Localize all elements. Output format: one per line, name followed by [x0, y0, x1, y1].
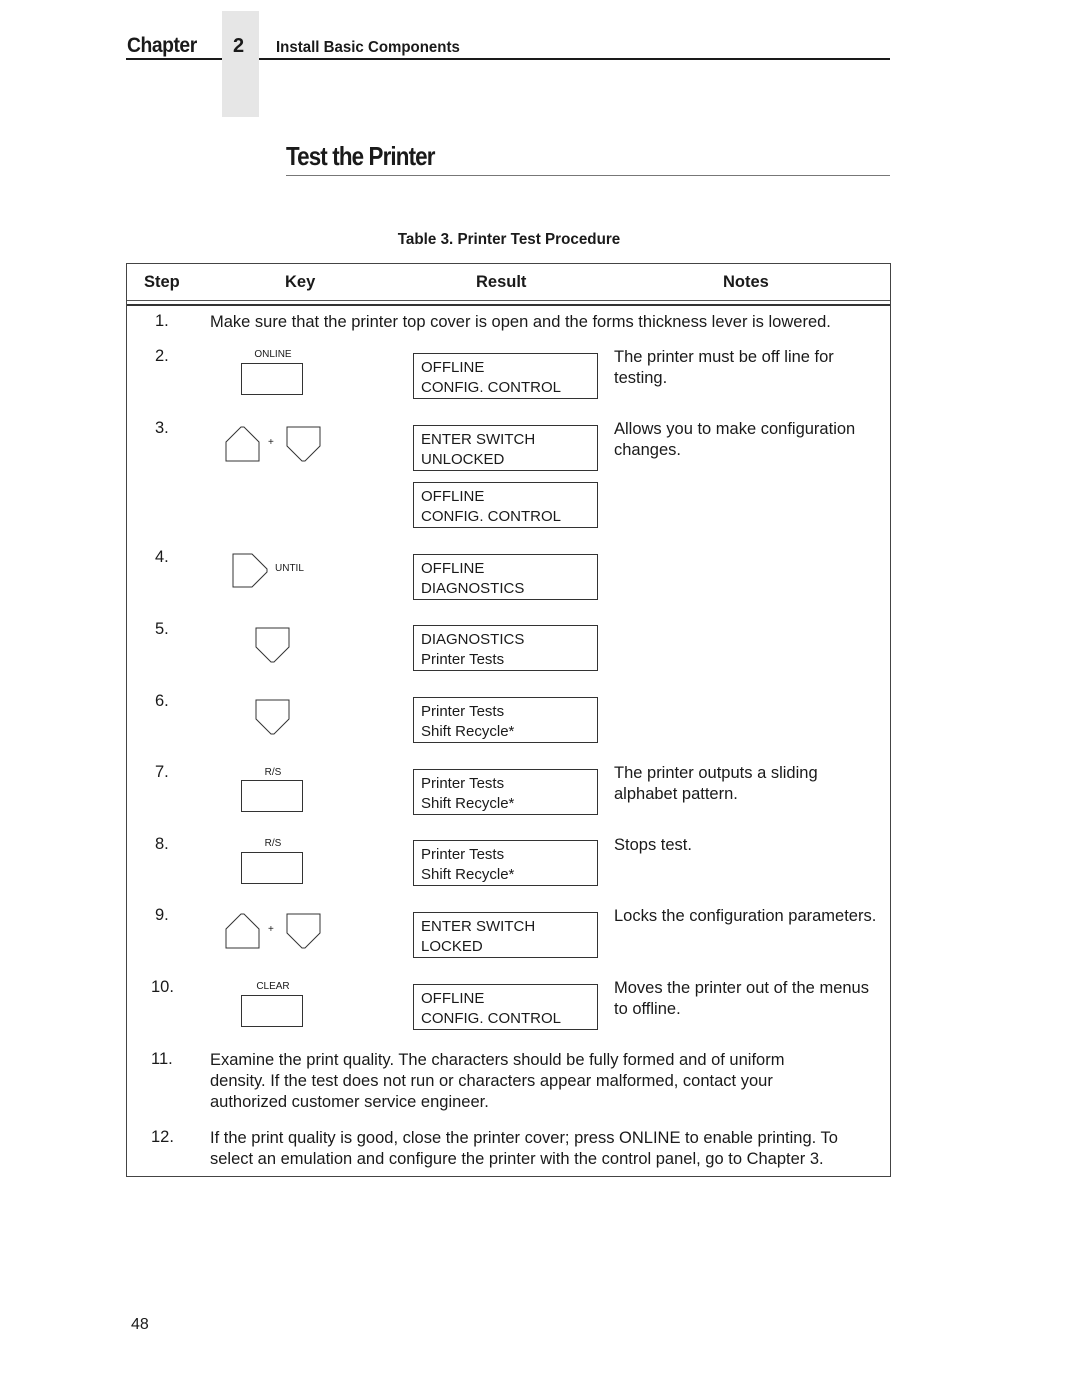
chapter-rule [126, 58, 222, 60]
table-caption: Table 3. Printer Test Procedure [397, 231, 621, 248]
display-result: Printer Tests Shift Recycle* [413, 769, 598, 815]
key-label: R/S [264, 767, 282, 778]
down-arrow-key-icon [255, 699, 290, 735]
step-note: Stops test. [614, 836, 692, 854]
step-number: 7. [155, 763, 169, 781]
header-divider [127, 304, 890, 306]
step-note: Allows you to make configuration changes… [614, 420, 856, 459]
step-text: Make sure that the printer top cover is … [210, 313, 831, 331]
until-label: UNTIL [275, 563, 304, 574]
step-text: If the print quality is good, close the … [210, 1129, 838, 1168]
display-result: ENTER SWITCH UNLOCKED [413, 425, 598, 471]
step-note: Moves the printer out of the menus to of… [614, 979, 869, 1018]
clear-key-icon [241, 995, 303, 1027]
header-divider [127, 300, 890, 301]
step-number: 1. [155, 312, 169, 330]
down-arrow-key-icon [286, 426, 321, 462]
step-number: 6. [155, 692, 169, 710]
column-header-step: Step [144, 273, 180, 291]
down-arrow-key-icon [286, 913, 321, 949]
display-result: DIAGNOSTICS Printer Tests [413, 625, 598, 671]
display-result: ENTER SWITCH LOCKED [413, 912, 598, 958]
down-arrow-key-icon [255, 627, 290, 663]
online-key-icon [241, 363, 303, 395]
section-rule [286, 175, 890, 176]
chapter-number: 2 [233, 35, 245, 57]
step-note: The printer must be off line for testing… [614, 348, 834, 387]
chapter-label: Chapter [127, 34, 197, 57]
step-number: 3. [155, 419, 169, 437]
page-number: 48 [131, 1316, 149, 1333]
chapter-title: Install Basic Components [276, 39, 460, 56]
step-note: The printer outputs a sliding alphabet p… [614, 764, 818, 803]
up-arrow-key-icon [225, 913, 260, 949]
display-result: OFFLINE DIAGNOSTICS [413, 554, 598, 600]
step-number: 5. [155, 620, 169, 638]
display-result: Printer Tests Shift Recycle* [413, 697, 598, 743]
plus-sign: + [268, 437, 274, 448]
column-header-key: Key [285, 273, 316, 291]
step-number: 12. [151, 1128, 174, 1146]
display-result: OFFLINE CONFIG. CONTROL [413, 353, 598, 399]
step-number: 9. [155, 906, 169, 924]
display-result: Printer Tests Shift Recycle* [413, 840, 598, 886]
rs-key-icon [241, 852, 303, 884]
chapter-rule [259, 58, 890, 60]
key-label: CLEAR [256, 981, 290, 992]
section-title: Test the Printer [286, 141, 435, 171]
display-result: OFFLINE CONFIG. CONTROL [413, 482, 598, 528]
step-number: 10. [151, 978, 174, 996]
step-number: 8. [155, 835, 169, 853]
chapter-tab [222, 11, 259, 117]
key-label: R/S [264, 838, 282, 849]
column-header-result: Result [476, 273, 527, 291]
step-number: 2. [155, 347, 169, 365]
key-label: ONLINE [254, 349, 292, 360]
step-note: Locks the configuration parameters. [614, 907, 877, 925]
rs-key-icon [241, 780, 303, 812]
step-text: Examine the print quality. The character… [210, 1051, 785, 1111]
display-result: OFFLINE CONFIG. CONTROL [413, 984, 598, 1030]
plus-sign: + [268, 924, 274, 935]
up-arrow-key-icon [225, 426, 260, 462]
step-number: 4. [155, 548, 169, 566]
right-arrow-key-icon [232, 553, 268, 588]
column-header-notes: Notes [723, 273, 769, 291]
step-number: 11. [151, 1050, 173, 1068]
